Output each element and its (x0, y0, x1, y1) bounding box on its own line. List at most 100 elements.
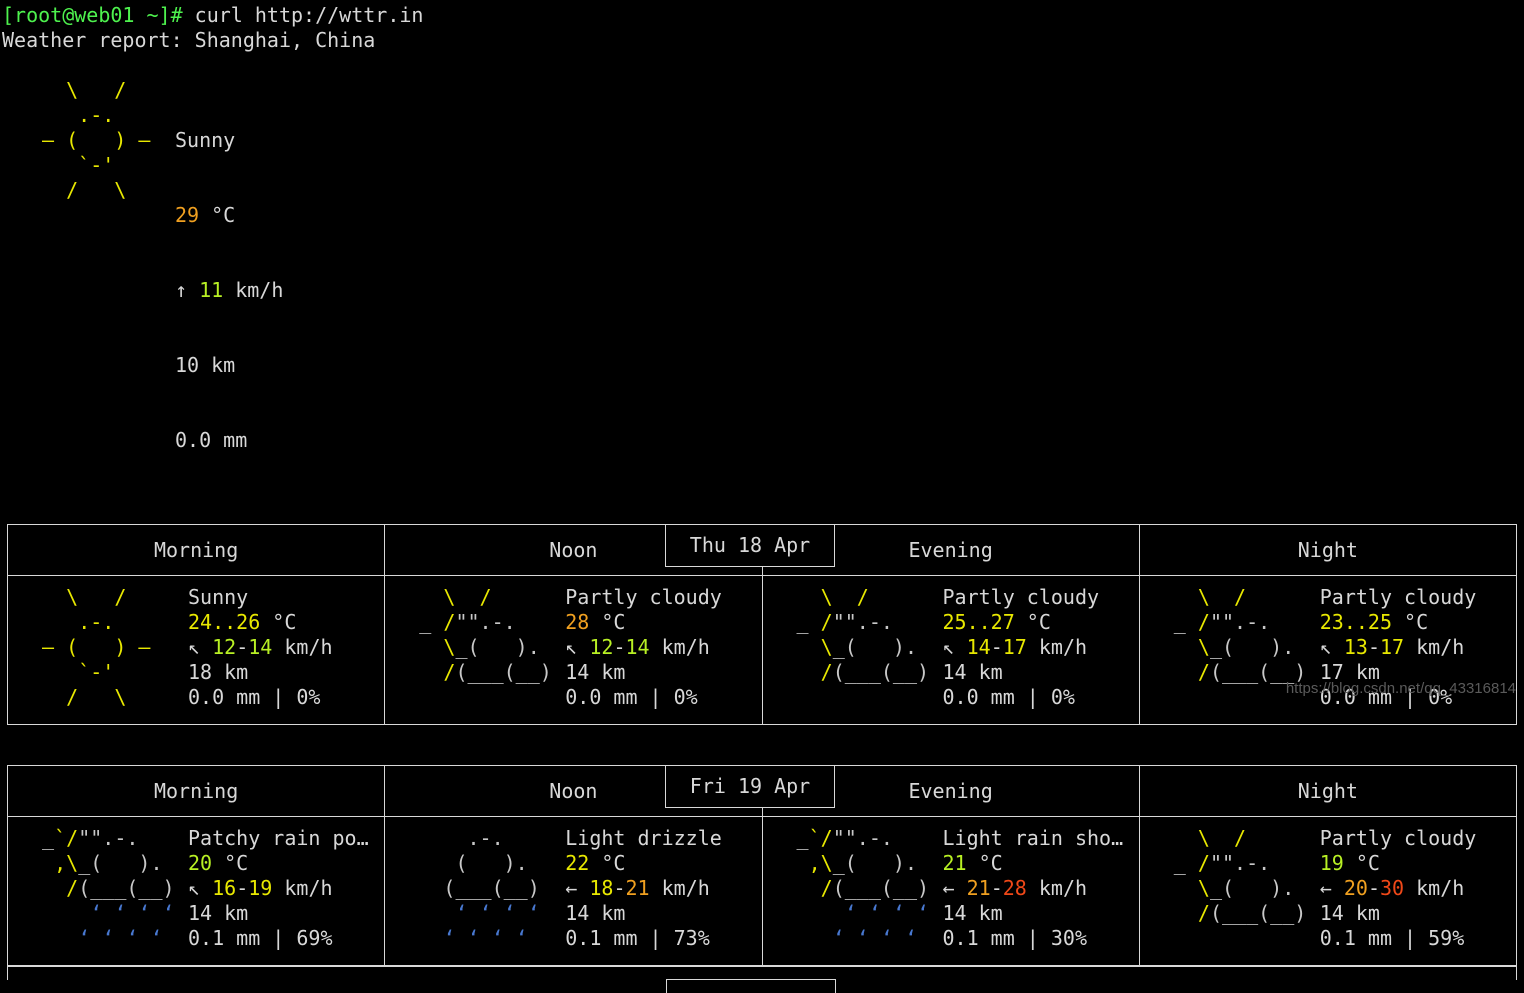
watermark: https://blog.csdn.net/qq_43316814 (1285, 680, 1516, 697)
forecast-cell-info: Partly cloudy 28 °C ↖ 12-14 km/h 14 km 0.0 m… (565, 585, 761, 724)
rain-sun-weather-icon: _`/"".-. ,\_( ). /(___(__) ‘ ‘ ‘ ‘ ‘ ‘ ‘… (796, 826, 930, 950)
temperature-unit: °C (1392, 610, 1429, 634)
temperature-unit: °C (1014, 610, 1051, 634)
forecast-cell-info: Partly cloudy 25..27 °C ↖ 14-17 km/h 14 km 0… (943, 585, 1139, 724)
forecast-date-badge: Fri 19 Apr (665, 765, 835, 808)
forecast-cell-content: \ / _ /"".-. \_( ). /(___(__) Partly clo… (1140, 576, 1516, 724)
forecast-day-block: Fri 19 Apr Morning Noon Evening Night _`/"".… (0, 765, 1524, 966)
temperature-value: 28 (565, 610, 590, 634)
command-line: [root@web01 ~]# curl http://wttr.in (0, 3, 1524, 28)
wind-direction-arrow-icon: ← (1319, 876, 1332, 900)
current-conditions-block: \ / .-. ― ( ) ― `-' / \ Sunny 29 °C ↑ 11… (0, 78, 1524, 503)
sunny-weather-icon: \ / .-. ― ( ) ― `-' / \ (42, 585, 151, 709)
wind-speed-dash: - (236, 876, 249, 900)
condition-text: Patchy rain po… (188, 826, 369, 850)
partly-weather-icon: \ / _ /"".-. \_( ). /(___(__) (796, 585, 930, 684)
wind-speed-dash: - (613, 635, 626, 659)
visibility-value: 14 km (942, 660, 1003, 684)
temperature-unit: °C (212, 851, 249, 875)
wind-speed-high: 28 (1002, 876, 1027, 900)
forecast-cell-info: Partly cloudy 19 °C ← 20-30 km/h 14 km 0.1 m… (1320, 826, 1516, 965)
temperature-unit: °C (589, 851, 626, 875)
wind-row: ↖ 14-17 km/h (943, 635, 1139, 660)
wind-row: ← 21-28 km/h (943, 876, 1139, 901)
forecast-cell-info: Light drizzle 22 °C ← 18-21 km/h 14 km 0.1 m… (565, 826, 761, 965)
temperature-value: 23..25 (1319, 610, 1392, 634)
temperature-row: 25..27 °C (943, 610, 1139, 635)
forecast-cell-noon: .-. ( ). (___(__) ‘ ‘ ‘ ‘ ‘ ‘ ‘ ‘ Light … (384, 816, 763, 966)
visibility-value: 14 km (565, 901, 626, 925)
temperature-row: 28 °C (565, 610, 761, 635)
temperature-unit: °C (966, 851, 1003, 875)
forecast-cell-content: \ / _ /"".-. \_( ). /(___(__) Partly clo… (1140, 817, 1516, 965)
wind-speed-dash: - (990, 635, 1003, 659)
wind-direction-arrow-icon: ↖ (188, 876, 201, 900)
rain-weather-icon: .-. ( ). (___(__) ‘ ‘ ‘ ‘ ‘ ‘ ‘ ‘ (443, 826, 540, 950)
forecast-cell-info: Light rain sho… 21 °C ← 21-28 km/h 14 km 0.1… (943, 826, 1139, 965)
wind-speed-high: 17 (1002, 635, 1027, 659)
forecast-cell-night: \ / _ /"".-. \_( ). /(___(__) Partly clo… (1138, 816, 1518, 966)
wind-speed-dash: - (990, 876, 1003, 900)
shell-command: curl http://wttr.in (182, 3, 424, 27)
wind-speed-high: 14 (248, 635, 273, 659)
wind-speed-high: 17 (1379, 635, 1405, 659)
wind-direction-arrow-icon: ↑ (175, 278, 188, 302)
wind-speed-dash: - (236, 635, 249, 659)
forecast-cell-content: \ / .-. ― ( ) ― `-' / \ Sunny 24..26 °C ↖ … (8, 576, 384, 724)
forecast-data-row: \ / .-. ― ( ) ― `-' / \ Sunny 24..26 °C ↖ … (6, 575, 1518, 725)
partly-weather-icon: \ / _ /"".-. \_( ). /(___(__) (1173, 585, 1307, 684)
terminal-screen: [root@web01 ~]# curl http://wttr.in Weat… (0, 3, 1524, 993)
temperature-unit: °C (260, 610, 297, 634)
precipitation-value: 0.0 mm | 0% (188, 685, 321, 709)
condition-text: Light rain sho… (942, 826, 1124, 850)
current-temperature: 29 °C (175, 203, 283, 228)
wind-row: ↖ 16-19 km/h (188, 876, 384, 901)
condition-text: Partly cloudy (1319, 826, 1477, 850)
temperature-value: 24..26 (188, 610, 261, 634)
temperature-value: 19 (1319, 851, 1344, 875)
wind-unit: km/h (1404, 635, 1465, 659)
condition-text: Partly cloudy (942, 585, 1100, 609)
forecast-cell-info: Patchy rain po… 20 °C ↖ 16-19 km/h 14 km 0.1… (188, 826, 384, 965)
next-day-table-peek (7, 966, 1517, 993)
visibility-value: 14 km (188, 901, 249, 925)
precipitation-value: 0.1 mm | 69% (188, 926, 333, 950)
precipitation-value: 0.1 mm | 59% (1319, 926, 1465, 950)
forecast-cell-evening: _`/"".-. ,\_( ). /(___(__) ‘ ‘ ‘ ‘ ‘ ‘ ‘… (761, 816, 1140, 966)
wind-unit: km/h (272, 635, 333, 659)
wind-row: ← 18-21 km/h (565, 876, 761, 901)
temperature-value: 21 (942, 851, 967, 875)
forecast-cell-info: Sunny 24..26 °C ↖ 12-14 km/h 18 km 0.0 mm | … (188, 585, 384, 724)
wind-speed-high: 14 (625, 635, 650, 659)
temperature-value: 25..27 (942, 610, 1015, 634)
wind-speed-dash: - (1367, 876, 1380, 900)
forecast-cell-content: \ / _ /"".-. \_( ). /(___(__) Partly clo… (385, 576, 761, 724)
partly-weather-icon: \ / _ /"".-. \_( ). /(___(__) (419, 585, 552, 684)
forecast-cell-content: .-. ( ). (___(__) ‘ ‘ ‘ ‘ ‘ ‘ ‘ ‘ Light … (385, 817, 761, 965)
current-precipitation: 0.0 mm (175, 428, 248, 452)
precipitation-value: 0.1 mm | 30% (942, 926, 1088, 950)
wind-speed-low: 14 (966, 635, 991, 659)
weather-report-location: Weather report: Shanghai, China (2, 28, 376, 52)
forecast-cell-info: Partly cloudy 23..25 °C ↖ 13-17 km/h 17 km 0… (1320, 585, 1516, 724)
forecast-cell-content: _`/"".-. ,\_( ). /(___(__) ‘ ‘ ‘ ‘ ‘ ‘ ‘… (763, 817, 1139, 965)
forecast-days-container: Thu 18 Apr Morning Noon Evening Night \ / .-… (0, 524, 1524, 966)
wind-unit: km/h (1026, 876, 1088, 900)
wind-speed-low: 13 (1343, 635, 1368, 659)
temperature-row: 19 °C (1320, 851, 1516, 876)
forecast-column-header-morning: Morning (6, 524, 386, 576)
table-gap (0, 725, 1524, 744)
wind-speed-dash: - (1367, 635, 1380, 659)
wind-row: ↖ 12-14 km/h (565, 635, 761, 660)
wind-direction-arrow-icon: ↖ (1319, 635, 1332, 659)
current-conditions-info: Sunny 29 °C ↑ 11 km/h 10 km 0.0 mm (175, 78, 283, 503)
forecast-column-header-night: Night (1138, 524, 1518, 576)
wind-direction-arrow-icon: ← (942, 876, 955, 900)
precipitation-value: 0.0 mm | 0% (942, 685, 1075, 709)
precipitation-value: 0.0 mm | 0% (565, 685, 698, 709)
wind-speed-high: 30 (1379, 876, 1405, 900)
wind-direction-arrow-icon: ← (565, 876, 578, 900)
forecast-column-header-night: Night (1138, 765, 1518, 817)
wind-speed-dash: - (613, 876, 626, 900)
wind-speed-low: 18 (589, 876, 614, 900)
